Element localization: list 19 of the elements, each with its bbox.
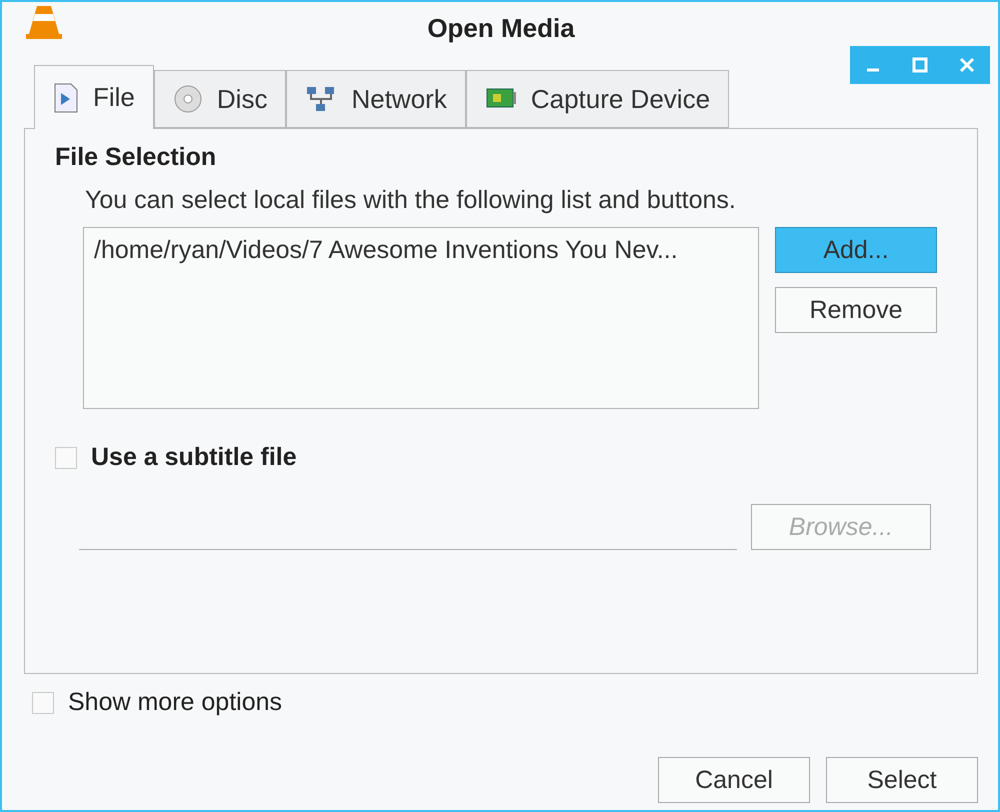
video-file-icon — [53, 82, 79, 112]
file-list-item[interactable]: /home/ryan/Videos/7 Awesome Inventions You Nev... — [94, 236, 748, 265]
disc-icon — [172, 84, 203, 114]
checkbox[interactable] — [32, 692, 54, 714]
dialog-button[interactable]: Cancel — [658, 757, 810, 803]
list-button[interactable]: Add... — [775, 227, 937, 273]
checkbox[interactable] — [55, 446, 77, 468]
checkbox-label[interactable]: Show more options — [68, 688, 282, 717]
list-button[interactable]: Remove — [775, 287, 937, 333]
tab[interactable]: File — [34, 65, 154, 129]
checkbox-label[interactable]: Use a subtitle file — [91, 443, 297, 472]
file-list[interactable]: /home/ryan/Videos/7 Awesome Inventions You Nev... — [83, 227, 759, 409]
window-title: Open Media — [427, 12, 575, 44]
tab[interactable]: Disc — [154, 70, 286, 128]
hint-text: You can select local files with the following list and buttons. — [85, 186, 737, 215]
tab[interactable]: Network — [286, 70, 466, 128]
dialog-button[interactable]: Select — [826, 757, 978, 803]
section-title: File Selection — [55, 143, 218, 172]
tab[interactable]: Capture Device — [466, 70, 730, 128]
